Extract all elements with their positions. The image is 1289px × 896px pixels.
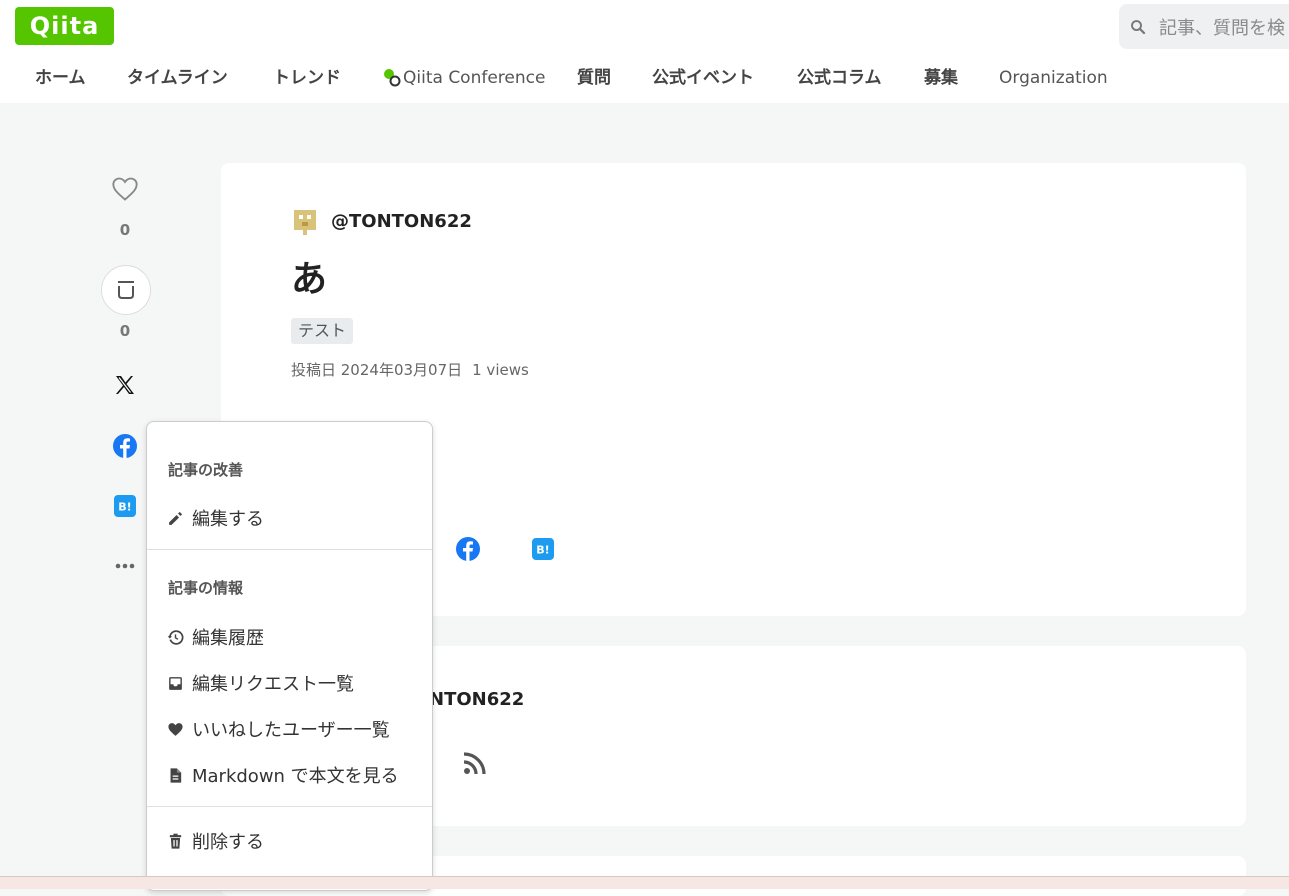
search-box[interactable]: 記事、質問を検 bbox=[1119, 4, 1289, 49]
like-button[interactable] bbox=[100, 176, 150, 202]
rss-icon bbox=[463, 752, 486, 775]
rss-link[interactable] bbox=[462, 750, 488, 780]
share-hatena-button[interactable]: B! bbox=[100, 494, 150, 518]
menu-section-improve: 記事の改善 bbox=[168, 461, 244, 479]
stock-button[interactable] bbox=[101, 265, 151, 315]
menu-liked-users-label: いいねしたユーザー一覧 bbox=[192, 720, 390, 741]
nav-columns[interactable]: 公式コラム bbox=[797, 62, 882, 94]
article-title: あ bbox=[291, 259, 328, 300]
article-share-facebook[interactable] bbox=[455, 536, 481, 566]
more-options-button[interactable] bbox=[100, 556, 150, 576]
tag-link[interactable]: テスト bbox=[291, 318, 354, 344]
ellipsis-icon bbox=[115, 563, 135, 569]
posted-date: 投稿日 2024年03月07日 bbox=[291, 361, 463, 379]
facebook-icon bbox=[113, 434, 137, 458]
nav-trend[interactable]: トレンド bbox=[273, 62, 341, 94]
nav-conference[interactable]: Qiita Conference bbox=[383, 62, 545, 94]
article-meta: 投稿日 2024年03月07日 1 views bbox=[291, 359, 529, 380]
nav-questions[interactable]: 質問 bbox=[577, 62, 611, 94]
nav-events[interactable]: 公式イベント bbox=[652, 62, 754, 94]
browser-bottom-bar bbox=[0, 876, 1289, 889]
search-placeholder: 記事、質問を検 bbox=[1159, 17, 1285, 39]
menu-edit-history[interactable]: 編集履歴 bbox=[167, 624, 264, 650]
nav-conference-label: Qiita Conference bbox=[403, 68, 546, 88]
menu-divider bbox=[147, 806, 432, 807]
nav-timeline[interactable]: タイムライン bbox=[127, 62, 228, 94]
menu-edit-requests-label: 編集リクエスト一覧 bbox=[192, 674, 354, 695]
hatena-bookmark-icon: B! bbox=[532, 538, 554, 560]
article-author[interactable]: @TONTON622 bbox=[291, 207, 472, 235]
inbox-icon bbox=[169, 676, 182, 690]
stock-count: 0 bbox=[119, 322, 131, 340]
like-count: 0 bbox=[119, 221, 131, 239]
history-icon bbox=[167, 629, 184, 645]
svg-text:B!: B! bbox=[118, 501, 131, 514]
svg-text:B!: B! bbox=[536, 544, 549, 557]
facebook-icon bbox=[456, 537, 480, 561]
menu-liked-users[interactable]: いいねしたユーザー一覧 bbox=[167, 716, 390, 742]
menu-edit[interactable]: 編集する bbox=[167, 505, 264, 531]
view-count: 1 views bbox=[472, 361, 529, 379]
share-x-button[interactable] bbox=[100, 373, 150, 397]
stock-icon bbox=[118, 281, 134, 299]
nav-home[interactable]: ホーム bbox=[35, 62, 86, 94]
menu-view-markdown-label: Markdown で本文を見る bbox=[192, 766, 399, 787]
author-card-name[interactable]: NTON622 bbox=[429, 689, 524, 710]
search-icon bbox=[1131, 19, 1146, 34]
trash-icon bbox=[169, 833, 182, 849]
conference-icon bbox=[384, 69, 401, 87]
menu-edit-requests[interactable]: 編集リクエスト一覧 bbox=[167, 670, 354, 696]
pencil-icon bbox=[169, 511, 182, 525]
menu-view-markdown[interactable]: Markdown で本文を見る bbox=[167, 762, 399, 788]
menu-edit-label: 編集する bbox=[192, 509, 264, 530]
hatena-bookmark-icon: B! bbox=[114, 495, 136, 517]
article-author-name: @TONTON622 bbox=[331, 210, 472, 232]
site-header: Qiita 記事、質問を検 ホーム タイムライン トレンド Qiita Conf… bbox=[0, 0, 1289, 103]
menu-divider bbox=[147, 549, 432, 550]
menu-edit-history-label: 編集履歴 bbox=[192, 628, 264, 649]
menu-delete[interactable]: 削除する bbox=[167, 828, 264, 854]
nav-organization[interactable]: Organization bbox=[999, 62, 1108, 94]
share-facebook-button[interactable] bbox=[100, 433, 150, 459]
menu-section-info: 記事の情報 bbox=[168, 579, 244, 597]
nav-recruit[interactable]: 募集 bbox=[924, 62, 958, 94]
qiita-logo[interactable]: Qiita bbox=[15, 7, 114, 45]
avatar bbox=[291, 207, 319, 235]
x-icon bbox=[116, 376, 134, 394]
file-icon bbox=[170, 767, 182, 783]
more-options-menu: 記事の改善 編集する 記事の情報 編集履歴 編集リクエスト一覧 いいねしたユーザ… bbox=[146, 421, 433, 891]
heart-icon bbox=[112, 177, 138, 201]
menu-delete-label: 削除する bbox=[192, 832, 264, 853]
article-share-hatena[interactable]: B! bbox=[531, 537, 555, 565]
heart-filled-icon bbox=[168, 722, 183, 736]
